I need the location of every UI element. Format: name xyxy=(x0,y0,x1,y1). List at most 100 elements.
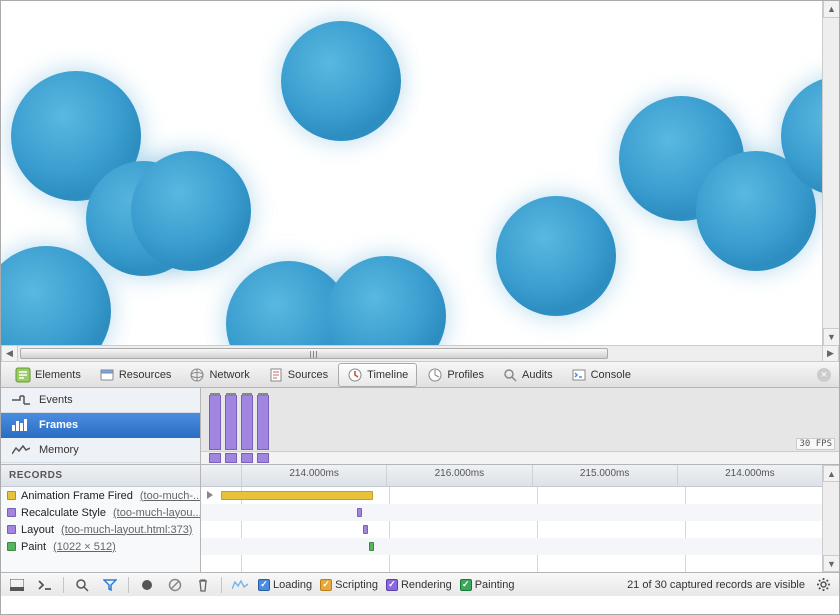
tab-label: Profiles xyxy=(447,369,484,381)
scroll-left-icon[interactable]: ◀ xyxy=(1,346,18,361)
settings-button[interactable] xyxy=(813,576,833,594)
filter-loading[interactable]: ✓ Loading xyxy=(258,579,312,591)
records-chart[interactable]: 214.000ms 216.000ms 215.000ms 214.000ms xyxy=(201,465,822,572)
garbage-collect-button[interactable] xyxy=(193,576,213,594)
devtools-tabbar: Elements Resources Network Sources Timel… xyxy=(1,362,839,388)
time-column xyxy=(201,465,241,486)
separator xyxy=(221,577,222,593)
tab-label: Sources xyxy=(288,369,328,381)
horizontal-scrollbar[interactable]: ◀ ▶ xyxy=(1,345,839,362)
tab-timeline[interactable]: Timeline xyxy=(338,363,417,387)
search-button[interactable] xyxy=(72,576,92,594)
scroll-track[interactable] xyxy=(18,346,822,361)
tab-resources[interactable]: Resources xyxy=(91,364,180,386)
tab-network[interactable]: Network xyxy=(181,364,257,386)
checkbox-icon: ✓ xyxy=(258,579,270,591)
separator xyxy=(128,577,129,593)
mode-frames[interactable]: Frames xyxy=(1,413,200,438)
record-link[interactable]: (too-much-layout.html:373) xyxy=(61,524,192,536)
glue-button[interactable] xyxy=(230,576,250,594)
records-scrollbar[interactable]: ▲ ▼ xyxy=(822,465,839,572)
filter-label: Loading xyxy=(273,579,312,591)
record-bar[interactable] xyxy=(369,542,374,551)
mode-label: Memory xyxy=(39,444,79,456)
ball xyxy=(131,151,251,271)
record-bar[interactable] xyxy=(363,525,368,534)
record-row[interactable]: Layout (too-much-layout.html:373) xyxy=(1,521,200,538)
filter-rendering[interactable]: ✓ Rendering xyxy=(386,579,452,591)
resources-icon xyxy=(99,367,115,383)
audits-icon xyxy=(502,367,518,383)
scroll-right-icon[interactable]: ▶ xyxy=(822,346,839,361)
mode-label: Events xyxy=(39,394,73,406)
ball xyxy=(326,256,446,345)
chart-row xyxy=(201,504,822,521)
dock-button[interactable] xyxy=(7,576,27,594)
time-column: 216.000ms xyxy=(386,465,531,486)
swatch-scripting xyxy=(7,491,16,500)
elements-icon xyxy=(15,367,31,383)
record-link[interactable]: (1022 × 512) xyxy=(53,541,116,553)
expand-icon[interactable] xyxy=(207,491,213,499)
timeline-mode-panel: Events Frames Memory xyxy=(1,388,201,464)
record-row[interactable]: Animation Frame Fired (too-much-... xyxy=(1,487,200,504)
sources-icon xyxy=(268,367,284,383)
ball xyxy=(281,21,401,141)
record-bar[interactable] xyxy=(221,491,373,500)
clear-button[interactable] xyxy=(165,576,185,594)
tab-console[interactable]: Console xyxy=(563,364,639,386)
memory-icon xyxy=(11,444,31,456)
checkbox-icon: ✓ xyxy=(320,579,332,591)
time-column: 214.000ms xyxy=(241,465,386,486)
record-row[interactable]: Paint (1022 × 512) xyxy=(1,538,200,555)
tab-label: Audits xyxy=(522,369,553,381)
record-button[interactable] xyxy=(137,576,157,594)
tab-label: Network xyxy=(209,369,249,381)
chart-row xyxy=(201,538,822,555)
record-link[interactable]: (too-much-... xyxy=(140,490,200,502)
scroll-down-icon[interactable]: ▼ xyxy=(823,555,839,572)
ball xyxy=(1,246,111,345)
scroll-up-icon[interactable]: ▲ xyxy=(823,465,839,482)
records-sidebar: RECORDS Animation Frame Fired (too-much-… xyxy=(1,465,201,572)
record-row[interactable]: Recalculate Style (too-much-layou... xyxy=(1,504,200,521)
tab-label: Resources xyxy=(119,369,172,381)
chart-row xyxy=(201,487,822,504)
record-label: Layout xyxy=(21,524,54,536)
scroll-up-icon[interactable]: ▲ xyxy=(823,1,839,18)
filter-button[interactable] xyxy=(100,576,120,594)
filter-label: Scripting xyxy=(335,579,378,591)
swatch-painting xyxy=(7,542,16,551)
records-chart-header: 214.000ms 216.000ms 215.000ms 214.000ms xyxy=(201,465,822,487)
filter-label: Rendering xyxy=(401,579,452,591)
frame-bar xyxy=(209,395,221,450)
filter-scripting[interactable]: ✓ Scripting xyxy=(320,579,378,591)
tab-audits[interactable]: Audits xyxy=(494,364,561,386)
swatch-rendering xyxy=(7,508,16,517)
frame-bar xyxy=(225,395,237,450)
frames-icon xyxy=(11,419,31,431)
close-devtools-button[interactable]: × xyxy=(817,368,831,382)
records-header: RECORDS xyxy=(1,465,200,487)
events-icon xyxy=(11,394,31,406)
tab-sources[interactable]: Sources xyxy=(260,364,336,386)
timeline-overview-chart[interactable]: 30 FPS xyxy=(201,388,839,464)
filter-painting[interactable]: ✓ Painting xyxy=(460,579,515,591)
overview-ruler[interactable] xyxy=(201,451,839,464)
tab-elements[interactable]: Elements xyxy=(7,364,89,386)
timeline-icon xyxy=(347,367,363,383)
frame-bar xyxy=(241,395,253,450)
vertical-scrollbar[interactable]: ▲ ▼ xyxy=(822,1,839,345)
console-toggle-button[interactable] xyxy=(35,576,55,594)
scroll-down-icon[interactable]: ▼ xyxy=(823,328,839,345)
mode-memory[interactable]: Memory xyxy=(1,438,200,463)
records-summary: 21 of 30 captured records are visible xyxy=(627,579,805,591)
record-bar[interactable] xyxy=(357,508,362,517)
mode-events[interactable]: Events xyxy=(1,388,200,413)
statusbar: ✓ Loading ✓ Scripting ✓ Rendering ✓ Pain… xyxy=(1,572,839,596)
time-column: 214.000ms xyxy=(677,465,822,486)
record-link[interactable]: (too-much-layou... xyxy=(113,507,200,519)
network-icon xyxy=(189,367,205,383)
tab-profiles[interactable]: Profiles xyxy=(419,364,492,386)
scroll-thumb[interactable] xyxy=(20,348,608,359)
